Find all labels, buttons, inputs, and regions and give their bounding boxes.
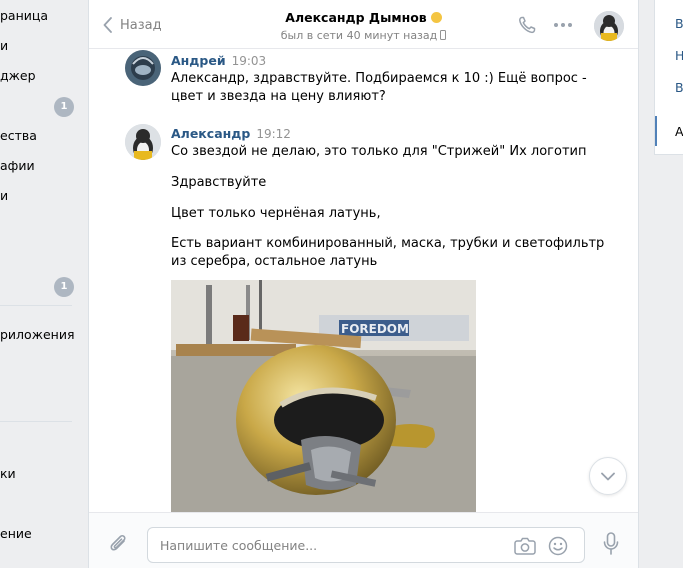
message-time[interactable]: 19:03: [232, 54, 267, 68]
message-history: Андрей 19:03 Александр, здравствуйте. Под…: [89, 50, 638, 512]
nav-item-bookmarks[interactable]: ки: [0, 464, 76, 484]
message-author[interactable]: Андрей: [171, 53, 226, 68]
message-text: Александр, здравствуйте. Подбираемся к 1…: [171, 71, 587, 86]
helmet-photo-image: FOREDOM: [171, 280, 476, 512]
message-author[interactable]: Александр: [171, 126, 250, 141]
mobile-phone-icon: [440, 30, 447, 40]
penguin-avatar-icon: [125, 124, 161, 160]
filter-important[interactable]: В: [675, 80, 683, 95]
sender-avatar[interactable]: [125, 50, 161, 86]
messenger-count-badge: 1: [54, 97, 74, 117]
pilot-helmet-avatar-icon: [125, 50, 161, 86]
phone-call-icon[interactable]: [517, 15, 537, 35]
filter-active-chat[interactable]: А: [675, 124, 683, 139]
nav-item-photos[interactable]: афии: [0, 156, 76, 176]
message-input[interactable]: [160, 528, 500, 562]
message-time[interactable]: 19:12: [256, 127, 291, 141]
chat-header: Назад Александр Дымнов был в сети 40 мин…: [89, 0, 638, 49]
message-meta: Александр 19:12: [171, 125, 291, 144]
nav-item-communities[interactable]: ества: [0, 126, 76, 146]
attached-photo[interactable]: FOREDOM: [171, 280, 476, 512]
peer-status-row: был в сети 40 минут назад: [89, 29, 638, 42]
more-icon[interactable]: [553, 22, 573, 28]
message-meta: Андрей 19:03: [171, 52, 266, 71]
message-input-box: [147, 527, 585, 563]
nav-item-news[interactable]: и: [0, 36, 76, 56]
message-text: Здравствуйте: [171, 175, 267, 190]
chat-panel: Назад Александр Дымнов был в сети 40 мин…: [88, 0, 639, 568]
right-filter-panel: В Н В А: [654, 0, 683, 155]
message-text: из серебра, остальное латунь: [171, 254, 378, 269]
nav-divider: [0, 421, 72, 422]
chevron-down-icon: [601, 472, 615, 480]
emoji-icon: [430, 12, 442, 23]
nav-divider: [0, 305, 72, 306]
active-indicator: [655, 116, 657, 146]
nav-item-advertising[interactable]: ение: [0, 524, 76, 544]
message-composer: [89, 512, 638, 568]
message-text: Со звездой не делаю, это только для "Стр…: [171, 144, 587, 159]
left-sidebar: раница и джер 1 ества афии и 1 риложения…: [0, 0, 76, 568]
games-count-badge: 1: [54, 277, 74, 297]
microphone-icon[interactable]: [603, 532, 619, 556]
nav-item-page[interactable]: раница: [0, 6, 76, 26]
nav-item-messenger[interactable]: джер: [0, 66, 76, 86]
filter-all[interactable]: В: [675, 16, 683, 31]
message-text: цвет и звезда на цену влияют?: [171, 89, 386, 104]
peer-status: был в сети 40 минут назад: [280, 29, 438, 42]
peer-avatar[interactable]: [594, 11, 624, 41]
camera-icon[interactable]: [514, 536, 536, 556]
peer-name[interactable]: Александр Дымнов: [285, 10, 426, 25]
emoji-smile-icon[interactable]: [548, 536, 568, 556]
scroll-down-button[interactable]: [589, 457, 627, 495]
paperclip-icon[interactable]: [109, 533, 129, 555]
svg-text:FOREDOM: FOREDOM: [341, 322, 409, 336]
penguin-avatar-icon: [594, 11, 624, 41]
sender-avatar[interactable]: [125, 124, 161, 160]
message-text: Есть вариант комбинированный, маска, тру…: [171, 236, 605, 251]
message-text: Цвет только чернёная латунь,: [171, 206, 381, 221]
nav-item-apps[interactable]: риложения: [0, 325, 76, 345]
nav-item-music[interactable]: и: [0, 186, 76, 206]
filter-unread[interactable]: Н: [675, 48, 683, 63]
